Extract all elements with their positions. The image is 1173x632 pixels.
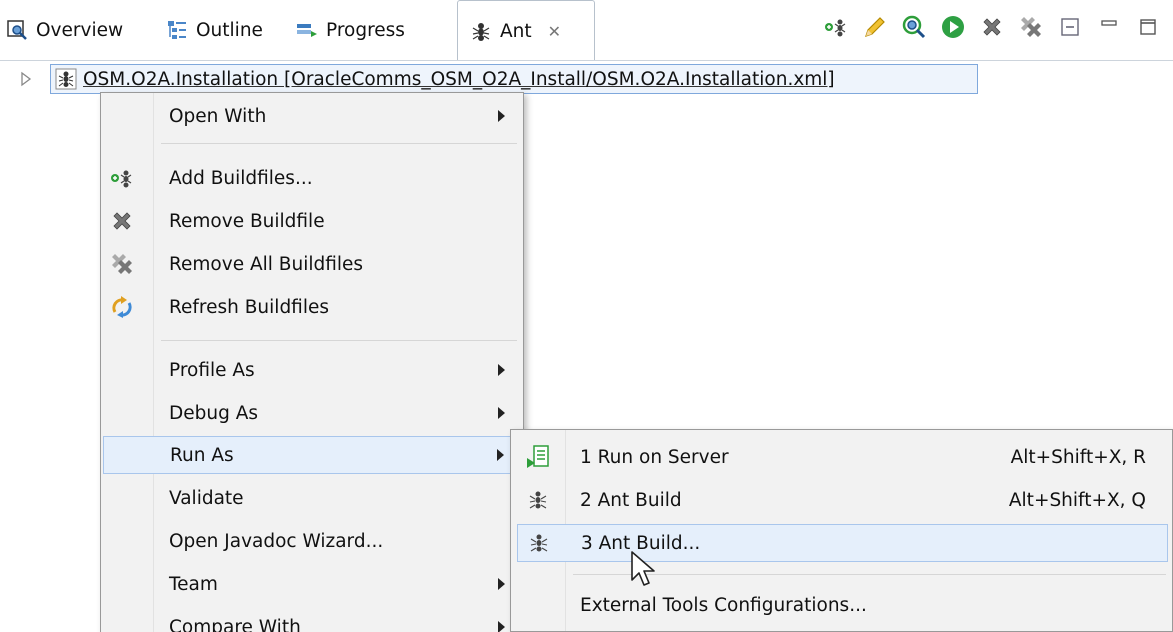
- menu-item-label: Refresh Buildfiles: [169, 296, 329, 318]
- ant-icon: [470, 20, 492, 42]
- menu-item-label: Run As: [170, 444, 234, 466]
- ant-icon: [525, 487, 551, 513]
- menu-item-profile-as[interactable]: Profile As: [103, 351, 521, 389]
- ant-icon: [55, 68, 77, 90]
- tab-outline[interactable]: Outline: [160, 0, 263, 60]
- menu-item-compare-with[interactable]: Compare With: [103, 608, 521, 632]
- menu-item-remove-all-buildfiles[interactable]: Remove All Buildfiles: [103, 245, 521, 283]
- menu-item-label: Remove All Buildfiles: [169, 253, 364, 275]
- context-menu: Open With Add Buildfiles... Remove Build…: [100, 92, 524, 632]
- menu-separator: [573, 574, 1166, 575]
- submenu-item-label: External Tools Configurations...: [580, 594, 867, 616]
- tab-progress[interactable]: Progress: [290, 0, 405, 60]
- submenu-arrow-icon: [498, 621, 505, 632]
- menu-item-label: Open Javadoc Wizard...: [169, 530, 384, 552]
- menu-item-label: Validate: [169, 487, 244, 509]
- add-buildfile-icon: [109, 165, 135, 191]
- menu-item-run-as[interactable]: Run As: [103, 436, 521, 474]
- menu-item-refresh-buildfiles[interactable]: Refresh Buildfiles: [103, 288, 521, 326]
- ant-icon: [526, 530, 552, 556]
- maximize-icon[interactable]: [1135, 14, 1161, 40]
- remove-icon[interactable]: [979, 14, 1005, 40]
- close-icon[interactable]: ✕: [548, 22, 561, 41]
- menu-item-open-javadoc-wizard[interactable]: Open Javadoc Wizard...: [103, 522, 521, 560]
- tab-progress-label: Progress: [326, 19, 405, 41]
- submenu-arrow-icon: [498, 407, 505, 419]
- menu-item-remove-buildfile[interactable]: Remove Buildfile: [103, 202, 521, 240]
- refresh-icon: [109, 294, 135, 320]
- submenu-item-label: 2 Ant Build: [580, 489, 682, 511]
- tab-ant[interactable]: Ant ✕: [457, 0, 595, 61]
- search-buildfile-icon[interactable]: [901, 14, 927, 40]
- tab-ant-label: Ant: [500, 20, 532, 42]
- menu-item-label: Open With: [169, 105, 267, 127]
- progress-icon: [296, 19, 318, 41]
- menu-item-label: Compare With: [169, 616, 301, 632]
- tree-item-label: OSM.O2A.Installation [OracleComms_OSM_O2…: [83, 68, 835, 90]
- submenu-item-ant-build[interactable]: 2 Ant Build Alt+Shift+X, Q: [517, 481, 1168, 519]
- mouse-cursor-icon: [631, 551, 655, 586]
- view-toolbar: [823, 14, 1161, 40]
- outline-icon: [166, 19, 188, 41]
- submenu-arrow-icon: [498, 364, 505, 376]
- keyboard-shortcut: Alt+Shift+X, R: [1010, 446, 1146, 468]
- menu-item-label: Profile As: [169, 359, 255, 381]
- remove-icon: [109, 208, 135, 234]
- submenu-item-ant-build-dialog[interactable]: 3 Ant Build...: [517, 524, 1168, 562]
- edit-icon[interactable]: [862, 14, 888, 40]
- menu-item-open-with[interactable]: Open With: [103, 97, 521, 135]
- expand-twisty-icon[interactable]: [20, 70, 32, 88]
- minimize-icon[interactable]: [1096, 14, 1122, 40]
- tab-overview[interactable]: Overview: [0, 0, 123, 60]
- menu-item-label: Add Buildfiles...: [169, 167, 313, 189]
- submenu-item-external-tools-configurations[interactable]: External Tools Configurations...: [517, 586, 1168, 624]
- run-as-submenu: 1 Run on Server Alt+Shift+X, R 2 Ant Bui…: [510, 429, 1173, 632]
- menu-item-label: Team: [169, 573, 218, 595]
- collapse-icon[interactable]: [1057, 14, 1083, 40]
- submenu-arrow-icon: [498, 578, 505, 590]
- menu-separator: [161, 340, 517, 341]
- tabbar-divider: [0, 60, 1173, 61]
- add-buildfile-icon[interactable]: [823, 14, 849, 40]
- menu-separator: [161, 143, 517, 144]
- submenu-arrow-icon: [498, 110, 505, 122]
- menu-item-add-buildfiles[interactable]: Add Buildfiles...: [103, 159, 521, 197]
- menu-item-label: Debug As: [169, 402, 259, 424]
- menu-item-team[interactable]: Team: [103, 565, 521, 603]
- overview-icon: [6, 19, 28, 41]
- tab-outline-label: Outline: [196, 19, 263, 41]
- submenu-item-label: 1 Run on Server: [580, 446, 729, 468]
- menu-item-debug-as[interactable]: Debug As: [103, 394, 521, 432]
- menu-item-label: Remove Buildfile: [169, 210, 325, 232]
- tab-overview-label: Overview: [36, 19, 124, 41]
- keyboard-shortcut: Alt+Shift+X, Q: [1008, 489, 1146, 511]
- run-icon[interactable]: [940, 14, 966, 40]
- menu-item-validate[interactable]: Validate: [103, 479, 521, 517]
- remove-all-icon[interactable]: [1018, 14, 1044, 40]
- tree-item-buildfile[interactable]: OSM.O2A.Installation [OracleComms_OSM_O2…: [50, 64, 978, 94]
- submenu-arrow-icon: [497, 449, 504, 461]
- run-on-server-icon: [525, 444, 551, 470]
- remove-all-icon: [109, 251, 135, 277]
- submenu-item-run-on-server[interactable]: 1 Run on Server Alt+Shift+X, R: [517, 438, 1168, 476]
- view-tab-bar: Overview Outline Progress Ant ✕: [0, 0, 1173, 62]
